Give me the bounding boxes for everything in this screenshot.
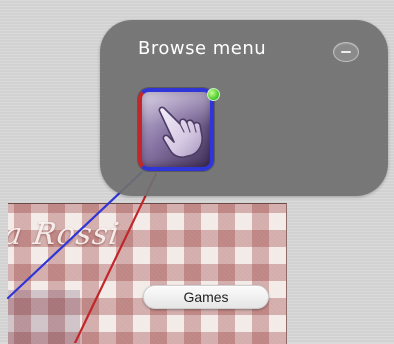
minus-icon xyxy=(341,51,351,53)
browse-node-tile[interactable] xyxy=(138,88,214,171)
games-button[interactable]: Games xyxy=(143,285,269,309)
brand-script-text: a Rossi xyxy=(8,217,122,252)
pointing-hand-icon xyxy=(158,106,203,158)
tablecloth-background: a Rossi Games xyxy=(8,203,287,344)
panel-title: Browse menu xyxy=(138,38,267,59)
browse-menu-panel: Browse menu xyxy=(100,20,388,196)
collapse-button[interactable] xyxy=(333,42,359,62)
connection-status-indicator xyxy=(207,88,220,101)
image-panel xyxy=(8,290,80,344)
